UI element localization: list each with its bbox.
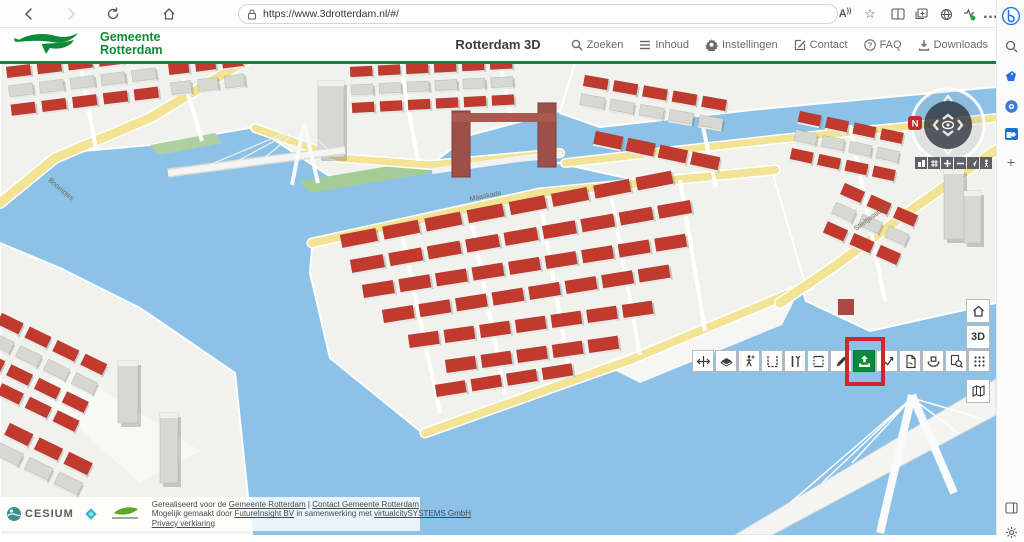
map-icon	[972, 385, 985, 397]
plane-icon	[719, 354, 734, 369]
cesium-logo[interactable]: CESIUM	[6, 506, 74, 522]
sidebar-settings-gear-icon[interactable]	[1001, 522, 1021, 542]
basemap-button[interactable]	[966, 379, 990, 403]
question-icon: ?	[864, 39, 876, 51]
favorites-star-icon[interactable]: ☆	[861, 5, 879, 23]
nav-downloads[interactable]: Downloads	[918, 39, 988, 51]
read-aloud-icon[interactable]: A))	[836, 5, 854, 23]
gear-icon	[705, 38, 718, 51]
bing-chat-icon[interactable]	[1001, 6, 1021, 26]
svg-text:N: N	[912, 119, 919, 130]
clip-box-button[interactable]	[807, 350, 829, 372]
toggle-3d-button[interactable]: 3D	[966, 325, 990, 349]
export-pdf-button[interactable]	[899, 350, 921, 372]
compass-mini-toolbar	[915, 157, 992, 169]
map-3d-view[interactable]: BoompjesMaaskadeStieltjesstraat N 3D	[0, 63, 996, 535]
forward-icon[interactable]	[62, 5, 80, 23]
cesium-canvas[interactable]: BoompjesMaaskadeStieltjesstraat	[0, 63, 996, 535]
export-3d-icon	[926, 354, 941, 369]
menu-icon	[639, 40, 651, 50]
nav-zoeken[interactable]: Zoeken	[571, 39, 624, 51]
zoom-out-button[interactable]	[954, 157, 966, 169]
compass-north-badge: N	[908, 116, 922, 130]
draw-tool-button[interactable]	[830, 350, 852, 372]
map-toolbar	[692, 350, 990, 372]
section-tool-button[interactable]	[784, 350, 806, 372]
section-icon	[788, 354, 803, 369]
address-bar[interactable]: https://www.3drotterdam.nl/#/	[238, 4, 838, 24]
clip-icon	[811, 354, 826, 369]
cesium-globe-icon	[6, 506, 22, 522]
compose-icon	[794, 39, 806, 51]
pedestrian-view-button[interactable]	[738, 350, 760, 372]
download-icon	[918, 39, 930, 51]
partner-gem-logo[interactable]	[84, 507, 98, 521]
pdf-icon	[903, 354, 918, 369]
collections-icon[interactable]	[912, 5, 930, 23]
pen-icon	[834, 354, 849, 369]
header-divider	[0, 61, 996, 64]
upload-data-button[interactable]	[853, 350, 875, 372]
home-icon[interactable]	[160, 5, 178, 23]
grid-dots-icon	[972, 354, 987, 369]
search-icon	[571, 39, 583, 51]
nav-instellingen[interactable]: Instellingen	[705, 38, 778, 51]
home-view-button[interactable]	[966, 299, 990, 323]
url-text: https://www.3drotterdam.nl/#/	[263, 8, 399, 20]
svg-text:?: ?	[867, 40, 872, 49]
link-contact-gemeente[interactable]: Contact Gemeente Rotterdam	[312, 500, 419, 509]
split-screen-icon[interactable]	[889, 5, 907, 23]
measure-icon	[696, 354, 711, 369]
search-object-button[interactable]	[945, 350, 967, 372]
street-view-button[interactable]	[980, 157, 992, 169]
height-profile-button[interactable]	[761, 350, 783, 372]
home-icon	[972, 305, 985, 317]
search-document-icon	[949, 354, 964, 369]
sidebar-search-icon[interactable]	[1001, 36, 1021, 56]
extensions-icon[interactable]	[937, 5, 955, 23]
nav-faq[interactable]: ? FAQ	[864, 39, 902, 51]
main-nav: Zoeken Inhoud Instellingen Contact ? FAQ…	[571, 28, 988, 61]
locate-button[interactable]	[967, 157, 979, 169]
partner-green-logo[interactable]	[108, 506, 142, 522]
shopping-icon[interactable]	[1001, 66, 1021, 86]
lock-icon	[247, 9, 257, 20]
link-privacy[interactable]: Privacy verklaring	[152, 519, 215, 528]
profile-icon	[765, 354, 780, 369]
attribution-bar: CESIUM Gerealiseerd voor de Gemeente Rot…	[0, 497, 420, 531]
edge-sidebar: +	[996, 0, 1024, 535]
toggle-buildings-button[interactable]	[915, 157, 927, 169]
upload-icon	[857, 354, 872, 369]
site-header: Gemeente Rotterdam Rotterdam 3D Zoeken I…	[0, 28, 996, 61]
measure-distance-button[interactable]	[692, 350, 714, 372]
nav-inhoud[interactable]: Inhoud	[639, 39, 689, 51]
compass-navigation[interactable]: N	[908, 85, 988, 165]
flatten-view-button[interactable]	[715, 350, 737, 372]
add-sidebar-item-icon[interactable]: +	[1001, 152, 1021, 172]
outlook-icon[interactable]	[1001, 124, 1021, 144]
chart-line-icon	[880, 354, 895, 369]
grid-layers-button[interactable]	[968, 350, 990, 372]
link-futureinsight[interactable]: FutureInsight BV	[235, 509, 295, 518]
sidebar-panel-icon[interactable]	[1001, 498, 1021, 518]
pedestrian-icon	[742, 354, 757, 369]
nav-contact[interactable]: Contact	[794, 39, 848, 51]
chart-profile-button[interactable]	[876, 350, 898, 372]
browser-toolbar: https://www.3drotterdam.nl/#/ A)) ☆ …	[0, 0, 996, 28]
attribution-text: Gerealiseerd voor de Gemeente Rotterdam …	[152, 500, 471, 529]
back-icon[interactable]	[20, 5, 38, 23]
toggle-grid-button[interactable]	[928, 157, 940, 169]
browser-essentials-icon[interactable]	[960, 5, 978, 23]
zoom-in-button[interactable]	[941, 157, 953, 169]
link-gemeente-rotterdam[interactable]: Gemeente Rotterdam	[229, 500, 306, 509]
link-vcs[interactable]: virtualcitySYSTEMS GmbH	[374, 509, 471, 518]
export-3d-button[interactable]	[922, 350, 944, 372]
tools-icon[interactable]	[1001, 96, 1021, 116]
refresh-icon[interactable]	[104, 5, 122, 23]
